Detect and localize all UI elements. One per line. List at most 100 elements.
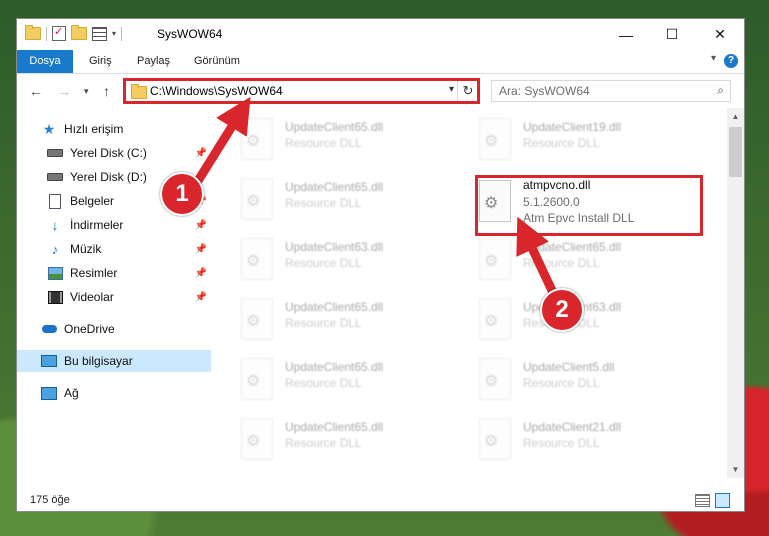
list-item[interactable]: UpdateClient65.dll Resource DLL — [449, 228, 679, 284]
computer-icon — [41, 354, 57, 368]
documents-icon — [47, 193, 63, 209]
sidebar-item-label: OneDrive — [64, 322, 115, 336]
window-title: SysWOW64 — [157, 27, 223, 41]
list-item[interactable]: UpdateClient19.dll Resource DLL — [449, 108, 679, 164]
search-box[interactable]: Ara: SysWOW64 ⌕ — [491, 80, 731, 102]
minimize-button[interactable]: — — [603, 19, 649, 50]
file-description: Resource DLL — [285, 256, 362, 270]
list-item[interactable]: UpdateClient21.dll Resource DLL — [449, 408, 679, 464]
close-button[interactable]: ✕ — [697, 19, 743, 50]
tab-view[interactable]: Görünüm — [194, 50, 240, 73]
forward-icon[interactable]: → — [57, 83, 71, 99]
list-item[interactable]: UpdateClient65.dll Resource DLL — [211, 348, 441, 404]
sidebar-item-this-pc[interactable]: Bu bilgisayar — [17, 350, 211, 372]
file-name: UpdateClient65.dll — [523, 240, 622, 254]
address-highlight-box — [123, 78, 480, 104]
sidebar-item-label: Müzik — [70, 242, 102, 256]
list-item[interactable]: UpdateClient63.dll Resource DLL — [211, 228, 441, 284]
file-name: UpdateClient65.dll — [285, 180, 384, 194]
sidebar-item-label: Hızlı erişim — [64, 122, 124, 136]
videos-icon — [47, 290, 63, 304]
tab-file[interactable]: Dosya — [17, 50, 73, 73]
recent-locations-icon[interactable]: ▾ — [84, 86, 89, 97]
sidebar-item-local-disk-c[interactable]: Yerel Disk (C:) 📌 — [17, 142, 211, 164]
tab-home[interactable]: Giriş — [89, 50, 112, 73]
sidebar-item-network[interactable]: Ağ — [17, 382, 211, 404]
scroll-thumb[interactable] — [729, 127, 742, 177]
maximize-button[interactable]: ☐ — [649, 19, 695, 50]
scroll-up-icon[interactable]: ▲ — [727, 108, 744, 125]
cloud-icon — [41, 322, 57, 336]
folder-icon — [25, 25, 41, 40]
quick-access-toolbar: ▾ — [25, 25, 123, 41]
item-count: 175 öğe — [30, 494, 70, 506]
file-name: UpdateClient63.dll — [285, 240, 384, 254]
sidebar-item-label: Yerel Disk (D:) — [70, 170, 147, 184]
vertical-scrollbar[interactable]: ▲ ▼ — [727, 108, 744, 478]
sidebar-item-music[interactable]: ♪ Müzik 📌 — [17, 238, 211, 260]
help-icon[interactable]: ? — [724, 54, 738, 68]
pin-icon: 📌 — [194, 291, 207, 303]
explorer-window: ▾ SysWOW64 — ☐ ✕ Dosya Giriş Paylaş Görü… — [16, 18, 745, 512]
music-icon: ♪ — [51, 241, 59, 257]
file-name: UpdateClient19.dll — [523, 120, 622, 134]
dll-file-icon — [241, 418, 273, 460]
file-description: Resource DLL — [285, 196, 362, 210]
downloads-icon: ↓ — [51, 217, 59, 233]
pin-icon: 📌 — [194, 219, 207, 231]
dll-file-icon — [479, 358, 511, 400]
properties-icon[interactable] — [52, 25, 66, 41]
toolbar-divider — [121, 26, 123, 41]
list-item[interactable]: UpdateClient65.dll Resource DLL — [211, 408, 441, 464]
drive-icon — [47, 146, 63, 160]
file-description: Resource DLL — [523, 136, 600, 150]
dll-file-icon — [479, 418, 511, 460]
view-icon[interactable] — [92, 26, 107, 41]
file-description: Resource DLL — [285, 136, 362, 150]
up-icon[interactable]: ↑ — [103, 83, 110, 99]
sidebar-item-videos[interactable]: Videolar 📌 — [17, 286, 211, 308]
sidebar-item-pictures[interactable]: Resimler 📌 — [17, 262, 211, 284]
sidebar-item-label: Ağ — [64, 386, 79, 400]
list-item[interactable]: UpdateClient5.dll Resource DLL — [449, 348, 679, 404]
search-icon[interactable]: ⌕ — [717, 83, 724, 98]
file-description: Resource DLL — [523, 376, 600, 390]
chevron-down-icon[interactable]: ▾ — [112, 29, 116, 38]
dll-file-icon — [241, 178, 273, 220]
list-item[interactable]: UpdateClient65.dll Resource DLL — [211, 168, 441, 224]
toolbar-divider — [46, 26, 47, 41]
dll-file-icon — [241, 298, 273, 340]
pin-icon: 📌 — [194, 243, 207, 255]
search-placeholder[interactable]: Ara: SysWOW64 — [499, 84, 590, 98]
dll-file-icon — [479, 298, 511, 340]
tiles-view-icon[interactable] — [715, 493, 730, 508]
file-highlight-box — [475, 175, 703, 236]
file-description: Resource DLL — [285, 436, 362, 450]
sidebar-item-quick-access[interactable]: ★ Hızlı erişim — [17, 118, 211, 140]
dll-file-icon — [241, 358, 273, 400]
details-view-icon[interactable] — [695, 494, 710, 507]
file-description: Resource DLL — [285, 316, 362, 330]
new-folder-icon[interactable] — [71, 25, 87, 40]
sidebar-item-downloads[interactable]: ↓ İndirmeler 📌 — [17, 214, 211, 236]
file-name: UpdateClient65.dll — [285, 420, 384, 434]
collapse-ribbon-icon[interactable]: ▾ — [711, 53, 716, 64]
file-description: Resource DLL — [285, 376, 362, 390]
scroll-down-icon[interactable]: ▼ — [727, 461, 744, 478]
sidebar-item-label: Yerel Disk (C:) — [70, 146, 147, 160]
file-name: UpdateClient65.dll — [285, 360, 384, 374]
sidebar-item-label: Belgeler — [70, 194, 115, 208]
list-item[interactable]: UpdateClient65.dll Resource DLL — [211, 108, 441, 164]
drive-icon — [47, 170, 63, 184]
step-badge-2: 2 — [540, 288, 584, 332]
file-name: UpdateClient21.dll — [523, 420, 622, 434]
sidebar-item-label: Resimler — [70, 266, 118, 280]
file-description: Resource DLL — [523, 256, 600, 270]
sidebar-item-label: Bu bilgisayar — [64, 354, 133, 368]
dll-file-icon — [241, 118, 273, 160]
list-item[interactable]: UpdateClient65.dll Resource DLL — [211, 288, 441, 344]
sidebar-item-onedrive[interactable]: OneDrive — [17, 318, 211, 340]
tab-share[interactable]: Paylaş — [137, 50, 170, 73]
back-icon[interactable]: ← — [29, 83, 43, 99]
sidebar-item-label: Videolar — [70, 290, 114, 304]
